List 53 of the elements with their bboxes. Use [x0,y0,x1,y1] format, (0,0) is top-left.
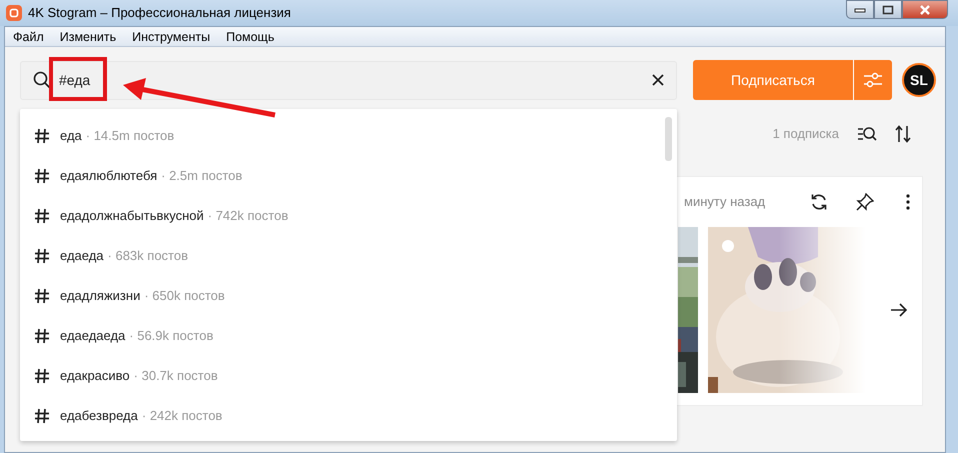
search-field[interactable]: #еда [20,60,677,100]
next-arrow-icon[interactable] [890,303,908,317]
clear-icon[interactable] [652,74,664,86]
minimize-button[interactable] [846,0,874,19]
sliders-icon [863,71,883,89]
post-count: · 683k постов [108,248,188,264]
menu-item[interactable]: Файл [5,27,52,46]
highlight-box [49,57,107,101]
close-button[interactable] [902,0,948,19]
hashtag-icon [34,168,50,184]
list-search-icon[interactable] [857,126,877,142]
hashtag-icon [34,368,50,384]
search-icon [33,71,51,89]
hashtag-suggestion[interactable]: едаедаеда [60,328,126,344]
app-icon [6,5,22,21]
pin-icon[interactable] [856,193,874,211]
hashtag-suggestion[interactable]: едакрасиво [60,368,130,384]
refresh-icon[interactable] [810,193,828,211]
maximize-button[interactable] [874,0,902,19]
avatar[interactable]: SL [902,63,936,97]
hashtag-icon [34,408,50,424]
hashtag-icon [34,248,50,264]
post-count: · 30.7k постов [134,368,218,384]
hashtag-icon [34,208,50,224]
hashtag-suggestion[interactable]: едабезвреда [60,408,138,424]
maximize-icon [882,4,894,14]
hashtag-suggestion[interactable]: едаеда [60,248,104,264]
post-count: · 242k постов [142,408,222,424]
menu-item[interactable]: Инструменты [124,27,218,46]
post-count: · 742k постов [208,208,288,224]
hashtag-icon [34,128,50,144]
scrollbar[interactable] [665,117,672,161]
post-count: · 14.5m постов [86,128,174,144]
hashtag-icon [34,328,50,344]
more-icon[interactable] [906,194,910,210]
menu-item[interactable]: Помощь [218,27,282,46]
sort-icon[interactable] [895,125,911,143]
search-text: #еда [59,70,92,90]
filter-button[interactable] [853,60,892,100]
subscription-count: 1 подписка [772,125,839,144]
post-count: · 2.5m постов [161,168,242,184]
close-icon [919,4,931,14]
post-count: · 650k постов [144,288,225,304]
hashtag-icon [34,288,50,304]
hashtag-suggestion[interactable]: еда [60,128,82,144]
hashtag-suggestion[interactable]: едаялюблютебя [60,168,158,184]
minimize-icon [854,6,866,12]
hashtag-suggestion[interactable]: едадляжизни [60,288,140,304]
menu-item[interactable]: Изменить [52,27,124,46]
window-title: 4K Stogram – Профессиональная лицензия [28,4,291,22]
post-count: · 56.9k постов [129,328,214,344]
updated-time: минуту назад [684,193,766,212]
hashtag-suggestion[interactable]: едадолжнабытьвкусной [60,208,204,224]
